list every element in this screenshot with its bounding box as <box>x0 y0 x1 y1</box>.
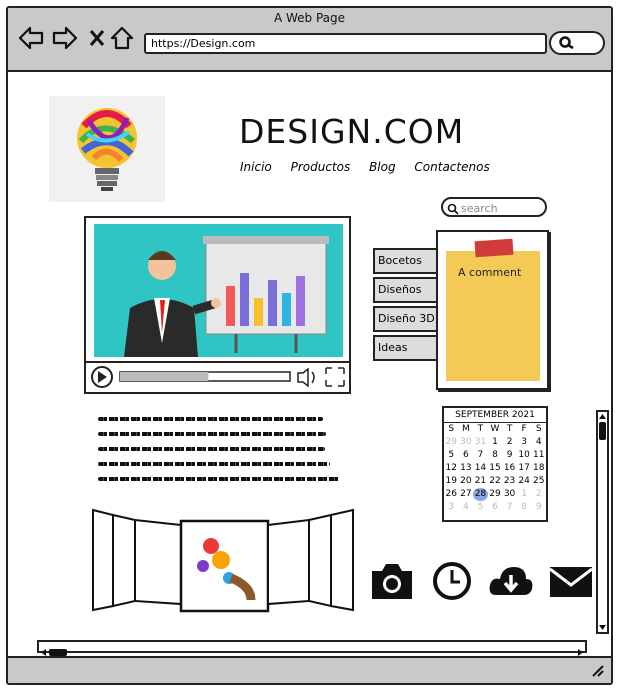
weekday-label: T <box>477 424 484 434</box>
calendar-day[interactable]: 9 <box>502 449 517 462</box>
window-title: A Web Page <box>273 11 346 25</box>
calendar-day[interactable]: 8 <box>517 501 532 514</box>
calendar-day[interactable]: 26 <box>444 488 459 501</box>
calendar-day[interactable]: 8 <box>488 449 503 462</box>
back-arrow-icon[interactable] <box>18 26 44 50</box>
tab-ideas[interactable]: Ideas <box>373 335 443 361</box>
text-line <box>98 417 323 421</box>
calendar-day[interactable]: 22 <box>488 475 503 488</box>
browser-search-button[interactable] <box>549 31 605 55</box>
calendar-day[interactable]: 3 <box>444 501 459 514</box>
sticky-note-panel: A comment <box>436 230 549 390</box>
calendar-day[interactable]: 4 <box>531 436 546 449</box>
placeholder-paragraph <box>98 417 348 492</box>
vertical-tabs: Bocetos Diseños Diseño 3D Ideas <box>373 248 443 364</box>
search-icon <box>447 203 459 215</box>
calendar-day[interactable]: 28 <box>473 488 488 501</box>
calendar-day[interactable]: 29 <box>488 488 503 501</box>
text-line <box>98 432 326 436</box>
nav-link-inicio[interactable]: Inicio <box>240 160 272 174</box>
calendar-month: SEPTEMBER 2021 <box>444 408 546 423</box>
forward-arrow-icon[interactable] <box>52 26 78 50</box>
calendar-day[interactable]: 7 <box>473 449 488 462</box>
sticky-note-text: A comment <box>458 266 522 279</box>
calendar-day[interactable]: 24 <box>517 475 532 488</box>
clock-icon[interactable] <box>432 561 472 601</box>
calendar-day[interactable]: 30 <box>459 436 474 449</box>
image-carousel[interactable] <box>91 508 356 613</box>
weekday-label: F <box>521 424 527 434</box>
calendar-day[interactable]: 23 <box>502 475 517 488</box>
calendar-day[interactable]: 29 <box>444 436 459 449</box>
calendar-day[interactable]: 27 <box>459 488 474 501</box>
text-line <box>98 447 325 451</box>
calendar-day[interactable]: 2 <box>531 488 546 501</box>
weekday-label: S <box>448 424 455 434</box>
calendar-day[interactable]: 1 <box>517 488 532 501</box>
calendar-day[interactable]: 5 <box>473 501 488 514</box>
lightbulb-logo-icon <box>77 108 137 191</box>
nav-link-contactenos[interactable]: Contactenos <box>414 160 489 174</box>
vertical-scrollbar[interactable] <box>596 410 609 634</box>
cloud-download-icon[interactable] <box>488 561 534 601</box>
calendar-day[interactable]: 7 <box>502 501 517 514</box>
calendar-day[interactable]: 20 <box>459 475 474 488</box>
browser-window: A Web Page https://Design.com DESIGN.COM… <box>6 6 613 685</box>
calendar-day[interactable]: 15 <box>488 462 503 475</box>
calendar-day[interactable]: 2 <box>502 436 517 449</box>
text-line <box>98 477 340 481</box>
calendar-day[interactable]: 21 <box>473 475 488 488</box>
horizontal-scrollbar[interactable] <box>37 640 587 656</box>
site-search-input[interactable]: search <box>441 197 547 217</box>
site-logo <box>49 96 165 202</box>
site-title: DESIGN.COM <box>239 112 465 151</box>
calendar-day[interactable]: 4 <box>459 501 474 514</box>
search-placeholder: search <box>461 202 498 215</box>
close-icon[interactable] <box>88 26 106 50</box>
browser-titlebar: A Web Page https://Design.com <box>8 8 611 72</box>
weekday-label: T <box>506 424 513 434</box>
weekday-label: W <box>490 424 500 434</box>
calendar-day[interactable]: 1 <box>488 436 503 449</box>
tape-decoration <box>474 238 514 258</box>
scrollbar-track <box>599 414 606 630</box>
tab-bocetos[interactable]: Bocetos <box>373 248 443 274</box>
weekday-label: S <box>535 424 542 434</box>
calendar-day[interactable]: 19 <box>444 475 459 488</box>
calendar-day[interactable]: 17 <box>517 462 532 475</box>
calendar-day[interactable]: 18 <box>531 462 546 475</box>
calendar-day[interactable]: 10 <box>517 449 532 462</box>
browser-statusbar <box>8 656 611 683</box>
calendar-day[interactable]: 30 <box>502 488 517 501</box>
calendar-day[interactable]: 13 <box>459 462 474 475</box>
calendar-widget[interactable]: SEPTEMBER 2021 S M T W T F S 29 30 31 1 2 3 4 5 6 7 8 9 10 1… <box>442 406 548 522</box>
calendar-day[interactable]: 31 <box>473 436 488 449</box>
tab-disenos[interactable]: Diseños <box>373 277 443 303</box>
calendar-day[interactable]: 9 <box>531 501 546 514</box>
tab-diseno-3d[interactable]: Diseño 3D <box>373 306 443 332</box>
mail-icon[interactable] <box>548 561 594 601</box>
calendar-day[interactable]: 3 <box>517 436 532 449</box>
nav-link-productos[interactable]: Productos <box>291 160 351 174</box>
calendar-day[interactable]: 16 <box>502 462 517 475</box>
calendar-day[interactable]: 14 <box>473 462 488 475</box>
site-nav: Inicio Productos Blog Contactenos <box>240 160 505 174</box>
camera-icon[interactable] <box>370 561 414 601</box>
address-bar[interactable]: https://Design.com <box>144 33 547 54</box>
calendar-day[interactable]: 12 <box>444 462 459 475</box>
search-icon <box>559 36 574 50</box>
calendar-day[interactable]: 11 <box>531 449 546 462</box>
calendar-day[interactable]: 25 <box>531 475 546 488</box>
resize-grip-icon[interactable] <box>591 665 605 677</box>
video-player[interactable] <box>84 216 351 394</box>
calendar-grid: S M T W T F S 29 30 31 1 2 3 4 5 6 7 8 9 10 11 12 13 14 15 16 17 18… <box>444 423 546 514</box>
weekday-label: M <box>461 424 470 434</box>
calendar-day[interactable]: 6 <box>488 501 503 514</box>
text-line <box>98 462 330 466</box>
home-icon[interactable] <box>110 26 134 50</box>
nav-link-blog[interactable]: Blog <box>369 160 396 174</box>
calendar-day[interactable]: 6 <box>459 449 474 462</box>
video-frame <box>86 224 349 388</box>
calendar-day[interactable]: 5 <box>444 449 459 462</box>
